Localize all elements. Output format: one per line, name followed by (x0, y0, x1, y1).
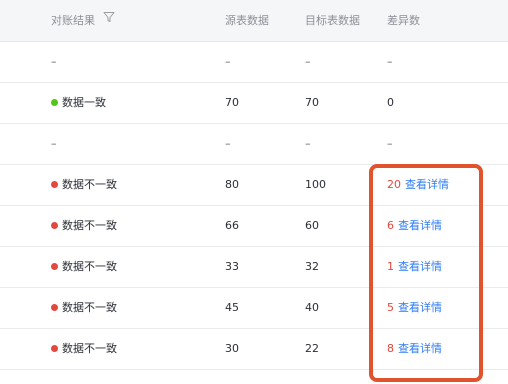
table-row: 数据不一致 33 32 1 查看详情 (0, 247, 508, 288)
header-result: 对账结果 (51, 0, 115, 42)
source-cell: – (225, 55, 231, 68)
filter-icon[interactable] (103, 0, 115, 41)
source-cell: 70 (225, 96, 239, 109)
result-cell: 数据不一致 (51, 247, 117, 287)
status-dot-red (51, 221, 58, 229)
source-cell: 33 (225, 260, 239, 273)
result-cell: 数据一致 (51, 83, 106, 123)
result-cell: – (51, 42, 57, 82)
table-body: – – – – 数据一致 70 70 0 – – – – 数据不一致 80 10… (0, 42, 508, 370)
header-target: 目标表数据 (305, 14, 360, 27)
target-cell: 100 (305, 178, 326, 191)
result-text: – (51, 55, 57, 68)
result-cell: – (51, 124, 57, 164)
status-dot-red (51, 344, 58, 352)
view-details-link[interactable]: 查看详情 (398, 301, 442, 314)
header-source: 源表数据 (225, 14, 269, 27)
table-row: 数据不一致 45 40 5 查看详情 (0, 288, 508, 329)
source-cell: – (225, 137, 231, 150)
result-text: 数据一致 (62, 96, 106, 109)
status-dot-red (51, 303, 58, 311)
diff-cell: – (387, 124, 393, 164)
table-row: 数据不一致 30 22 8 查看详情 (0, 329, 508, 370)
diff-value: 1 (387, 260, 394, 273)
table-header: 对账结果 源表数据 目标表数据 差异数 (0, 0, 508, 42)
header-result-label: 对账结果 (51, 14, 95, 27)
target-cell: 32 (305, 260, 319, 273)
target-cell: 40 (305, 301, 319, 314)
diff-value: – (387, 55, 393, 68)
diff-cell: 5 查看详情 (387, 288, 442, 328)
source-cell: 45 (225, 301, 239, 314)
result-cell: 数据不一致 (51, 329, 117, 369)
reconciliation-table: 对账结果 源表数据 目标表数据 差异数 – – – – 数据一致 70 70 0… (0, 0, 508, 370)
table-row: 数据不一致 80 100 20 查看详情 (0, 165, 508, 206)
source-cell: 80 (225, 178, 239, 191)
status-dot-green (51, 98, 58, 106)
diff-cell: – (387, 42, 393, 82)
diff-cell: 20 查看详情 (387, 165, 449, 205)
target-cell: – (305, 137, 311, 150)
view-details-link[interactable]: 查看详情 (398, 342, 442, 355)
result-text: – (51, 137, 57, 150)
diff-value: 8 (387, 342, 394, 355)
diff-cell: 1 查看详情 (387, 247, 442, 287)
result-text: 数据不一致 (62, 260, 117, 273)
result-cell: 数据不一致 (51, 165, 117, 205)
result-text: 数据不一致 (62, 342, 117, 355)
source-cell: 30 (225, 342, 239, 355)
diff-cell: 6 查看详情 (387, 206, 442, 246)
view-details-link[interactable]: 查看详情 (405, 178, 449, 191)
table-row: 数据不一致 66 60 6 查看详情 (0, 206, 508, 247)
result-text: 数据不一致 (62, 301, 117, 314)
source-cell: 66 (225, 219, 239, 232)
view-details-link[interactable]: 查看详情 (398, 260, 442, 273)
target-cell: 60 (305, 219, 319, 232)
table-row: – – – – (0, 124, 508, 165)
diff-value: 5 (387, 301, 394, 314)
status-dot-red (51, 262, 58, 270)
target-cell: 22 (305, 342, 319, 355)
header-diff: 差异数 (387, 14, 420, 27)
target-cell: – (305, 55, 311, 68)
table-row: – – – – (0, 42, 508, 83)
result-text: 数据不一致 (62, 219, 117, 232)
diff-cell: 8 查看详情 (387, 329, 442, 369)
result-cell: 数据不一致 (51, 206, 117, 246)
view-details-link[interactable]: 查看详情 (398, 219, 442, 232)
result-cell: 数据不一致 (51, 288, 117, 328)
diff-value: 0 (387, 96, 394, 109)
target-cell: 70 (305, 96, 319, 109)
table-row: 数据一致 70 70 0 (0, 83, 508, 124)
diff-value: 6 (387, 219, 394, 232)
diff-value: – (387, 137, 393, 150)
diff-cell: 0 (387, 83, 394, 123)
result-text: 数据不一致 (62, 178, 117, 191)
status-dot-red (51, 180, 58, 188)
diff-value: 20 (387, 178, 401, 191)
